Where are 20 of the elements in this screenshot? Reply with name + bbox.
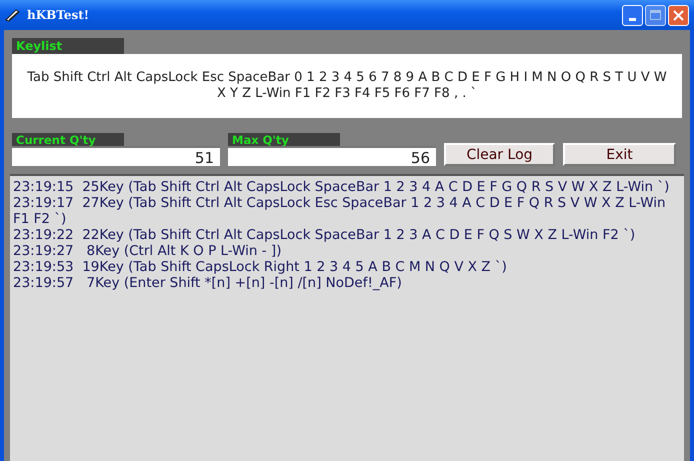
app-icon bbox=[5, 8, 21, 22]
keylist-label: Keylist bbox=[12, 38, 124, 54]
log-entry: 23:19:17 27Key (Tab Shift Ctrl Alt CapsLock Esc SpaceBar 1 2 3 4 A C D E F Q R S V W X Z L-Win F1 F2 `) bbox=[13, 195, 667, 227]
log-entry: 23:19:53 19Key (Tab Shift CapsLock Right 1 2 3 4 5 A B C M N Q V X Z `) bbox=[13, 259, 508, 275]
exit-button[interactable]: Exit bbox=[563, 143, 676, 166]
log-entry: 23:19:22 22Key (Tab Shift Ctrl Alt CapsLock SpaceBar 1 2 3 A C D E F Q S W X Z L-Win F2 `) bbox=[13, 227, 636, 243]
keylist-text: Tab Shift Ctrl Alt CapsLock Esc SpaceBar 0 1 2 3 4 5 6 7 8 9 A B C D E F G H I M N O Q R S T U V W X Y Z L-Win F1 F2 F3 F4 F5 F6 F7 F8 , . ` bbox=[12, 54, 682, 118]
close-icon bbox=[673, 10, 684, 20]
maximize-button[interactable] bbox=[645, 4, 666, 26]
minimize-button[interactable] bbox=[622, 4, 643, 26]
log-entry: 23:19:15 25Key (Tab Shift Ctrl Alt CapsLock SpaceBar 1 2 3 4 A C D E F G Q R S V W X Z L-Win `) bbox=[13, 179, 670, 195]
current-qty-label: Current Q'ty bbox=[12, 133, 124, 146]
clear-log-button[interactable]: Clear Log bbox=[444, 143, 555, 166]
current-qty-field: 51 bbox=[12, 146, 220, 166]
max-qty-field: 56 bbox=[228, 146, 436, 166]
log-entry: 23:19:57 7Key (Enter Shift *[n] +[n] -[n] /[n] NoDef!_AF) bbox=[13, 275, 403, 291]
close-button[interactable] bbox=[668, 4, 689, 26]
window-title: hKBTest! bbox=[27, 8, 90, 22]
log-entry: 23:19:27 8Key (Ctrl Alt K O P L-Win - ]) bbox=[13, 243, 282, 259]
max-qty-label: Max Q'ty bbox=[228, 133, 340, 146]
